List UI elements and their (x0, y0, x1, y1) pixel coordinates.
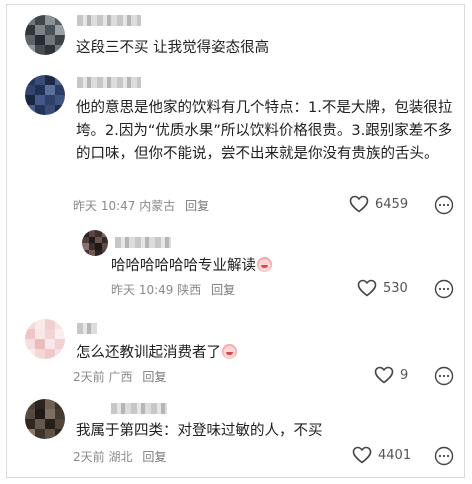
comment-location: 陕西 (177, 283, 202, 297)
username-blurred[interactable] (77, 323, 97, 334)
avatar[interactable] (25, 319, 65, 359)
more-dots-icon[interactable] (434, 446, 454, 466)
comment-text: 怎么还教训起消费者了 (76, 342, 376, 365)
comment-text: 哈哈哈哈哈哈专业解读 (111, 255, 411, 278)
like-button[interactable]: 530 (357, 279, 408, 297)
reply-button[interactable]: 回复 (142, 450, 166, 464)
like-count: 6459 (375, 196, 409, 212)
comment-text: 我属于第四类：对登味过敏的人，不买 (76, 423, 323, 439)
username-blurred[interactable] (77, 77, 141, 88)
comment-meta: 昨天 10:47 内蒙古 回复 (73, 197, 209, 214)
reply-button[interactable]: 回复 (142, 370, 166, 384)
laughing-emoji-icon (257, 257, 272, 272)
heart-outline-icon (349, 195, 369, 213)
comment-location: 内蒙古 (139, 199, 176, 213)
heart-outline-icon (352, 446, 372, 464)
more-dots-icon[interactable] (434, 195, 454, 215)
comment-list: 这段三不买 让我觉得姿态很高 他的意思是他家的饮料有几个特点：1.不是大牌，包装… (6, 4, 465, 478)
like-button[interactable]: 4401 (352, 446, 411, 464)
comment-time: 昨天 10:49 (111, 283, 174, 297)
avatar[interactable] (25, 399, 65, 439)
comment-time: 2天前 (73, 450, 105, 464)
heart-outline-icon (374, 366, 394, 384)
more-dots-icon[interactable] (434, 366, 454, 386)
avatar[interactable] (25, 15, 65, 55)
comment-text: 他的意思是他家的饮料有几个特点：1.不是大牌，包装很拉垮。2.因为“优质水果”所… (76, 100, 453, 162)
username-blurred[interactable] (111, 403, 167, 414)
username-blurred[interactable] (115, 237, 171, 248)
comment-text: 这段三不买 让我觉得姿态很高 (76, 40, 270, 56)
avatar[interactable] (25, 75, 65, 115)
reply-button[interactable]: 回复 (185, 199, 209, 213)
heart-outline-icon (357, 279, 377, 297)
like-button[interactable]: 6459 (349, 195, 408, 213)
comment-meta: 2天前 湖北 回复 (73, 448, 166, 465)
username-blurred[interactable] (77, 15, 141, 26)
comment-time: 2天前 (73, 370, 105, 384)
comment-meta: 2天前 广西 回复 (73, 368, 166, 385)
reply-button[interactable]: 回复 (211, 283, 235, 297)
comment-time: 昨天 10:47 (73, 199, 136, 213)
comment-meta: 昨天 10:49 陕西 回复 (111, 281, 235, 298)
comment-location: 广西 (108, 370, 133, 384)
like-button[interactable]: 9 (374, 366, 408, 384)
more-dots-icon[interactable] (434, 279, 454, 299)
avatar[interactable] (82, 230, 108, 256)
like-count: 9 (400, 367, 409, 383)
like-count: 4401 (378, 447, 412, 463)
laughing-emoji-icon (222, 344, 237, 359)
like-count: 530 (383, 280, 408, 296)
comment-location: 湖北 (108, 450, 133, 464)
